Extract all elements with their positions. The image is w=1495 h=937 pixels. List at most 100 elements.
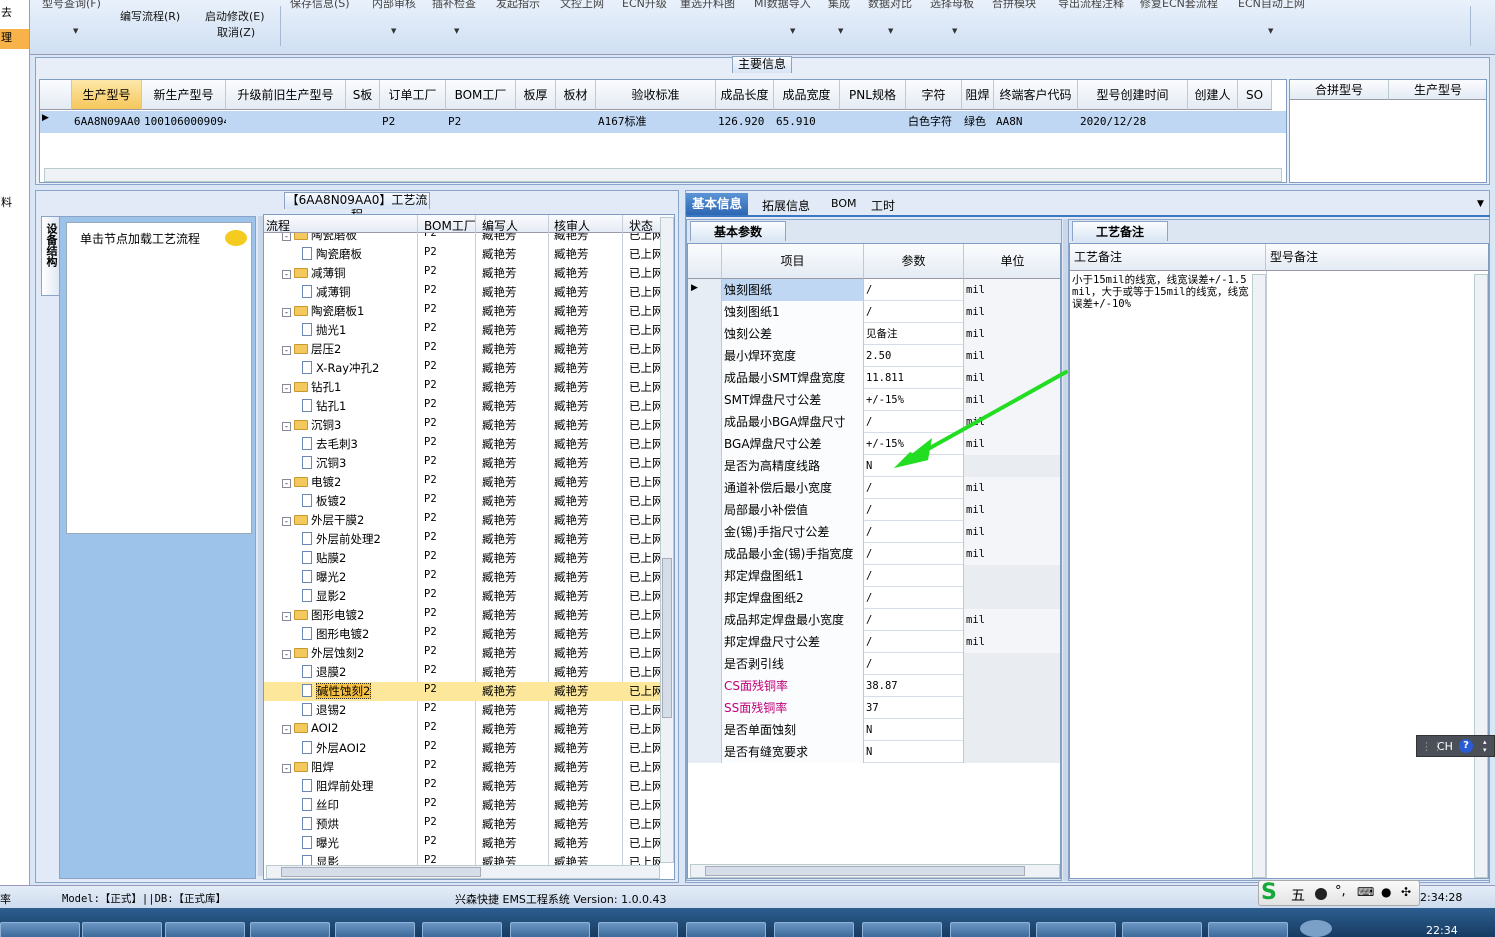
- col-main-6[interactable]: 板厚: [516, 80, 556, 110]
- row-header[interactable]: [688, 587, 722, 609]
- ribbon-top-label[interactable]: 内部审核: [372, 0, 416, 11]
- row-header[interactable]: [688, 455, 722, 477]
- param-row[interactable]: 通道补偿后最小宽度 / mil: [688, 477, 1060, 499]
- tab-bom[interactable]: BOM: [831, 197, 857, 210]
- param-row[interactable]: 是否有缝宽要求 N: [688, 741, 1060, 763]
- row-header[interactable]: [688, 741, 722, 763]
- tree-row[interactable]: 外层前处理2 P2 臧艳芳 臧艳芳 已上网: [264, 530, 660, 549]
- collapse-minus-icon[interactable]: -: [282, 308, 291, 317]
- tree-row[interactable]: 外层AOI2 P2 臧艳芳 臧艳芳 已上网: [264, 739, 660, 758]
- row-header[interactable]: [688, 411, 722, 433]
- left-nav-item[interactable]: 料: [0, 194, 29, 210]
- col-status[interactable]: 状态: [629, 217, 653, 234]
- col-main-17[interactable]: SO: [1238, 80, 1272, 110]
- param-row[interactable]: 邦定焊盘图纸1/: [688, 565, 1060, 587]
- dropdown-arrow-icon[interactable]: ▼: [73, 27, 78, 35]
- param-value[interactable]: 38.87: [864, 675, 964, 697]
- tree-row[interactable]: 碱性蚀刻2 P2 臧艳芳 臧艳芳 已上网: [264, 682, 660, 701]
- dropdown-arrow-icon[interactable]: ▼: [454, 27, 459, 35]
- ribbon-top-label[interactable]: 保存信息(S): [290, 0, 350, 11]
- table-cell[interactable]: 绿色: [964, 112, 994, 132]
- ribbon-top-label[interactable]: 修复ECN套流程: [1140, 0, 1218, 11]
- tree-row[interactable]: 减薄铜 P2 臧艳芳 臧艳芳 已上网: [264, 283, 660, 302]
- param-value[interactable]: /: [864, 543, 964, 565]
- tree-row[interactable]: 板镀2 P2 臧艳芳 臧艳芳 已上网: [264, 492, 660, 511]
- param-row[interactable]: 邦定焊盘尺寸公差 / mil: [688, 631, 1060, 653]
- row-header[interactable]: [688, 323, 722, 345]
- param-row[interactable]: 邦定焊盘图纸2/: [688, 587, 1060, 609]
- collapse-minus-icon[interactable]: -: [282, 346, 291, 355]
- tab-work-hours[interactable]: 工时: [871, 197, 895, 214]
- col-main-0[interactable]: 生产型号: [72, 80, 142, 110]
- param-row[interactable]: 是否单面蚀刻 N: [688, 719, 1060, 741]
- tree-row[interactable]: 丝印 P2 臧艳芳 臧艳芳 已上网: [264, 796, 660, 815]
- col-merge-model[interactable]: 合拼型号: [1290, 80, 1389, 100]
- tree-row[interactable]: 图形电镀2 P2 臧艳芳 臧艳芳 已上网: [264, 625, 660, 644]
- ribbon-top-label[interactable]: ECN升级: [622, 0, 667, 11]
- ribbon-top-label[interactable]: 发起指示: [496, 0, 540, 11]
- param-row[interactable]: 成品邦定焊盘最小宽度 / mil: [688, 609, 1060, 631]
- taskbar-item[interactable]: [950, 922, 1030, 937]
- tree-row[interactable]: 钻孔1 P2 臧艳芳 臧艳芳 已上网: [264, 397, 660, 416]
- row-header[interactable]: ▶: [688, 279, 722, 301]
- tree-row[interactable]: - 层压2 P2 臧艳芳 臧艳芳 已上网: [264, 340, 660, 359]
- collapse-minus-icon[interactable]: -: [282, 233, 291, 241]
- taskbar-item[interactable]: [1208, 922, 1288, 937]
- col-bom-factory[interactable]: BOM工厂: [424, 217, 476, 234]
- ribbon-top-label[interactable]: 文控上网: [560, 0, 604, 11]
- param-value[interactable]: /: [864, 521, 964, 543]
- tree-row[interactable]: 曝光2 P2 臧艳芳 臧艳芳 已上网: [264, 568, 660, 587]
- tree-row[interactable]: 显影2 P2 臧艳芳 臧艳芳 已上网: [264, 587, 660, 606]
- tree-row[interactable]: - 电镀2 P2 臧艳芳 臧艳芳 已上网: [264, 473, 660, 492]
- table-cell[interactable]: P2: [448, 112, 516, 132]
- col-main-15[interactable]: 型号创建时间: [1078, 80, 1188, 110]
- punctuation-icon[interactable]: °,: [1335, 884, 1346, 899]
- row-header[interactable]: [688, 345, 722, 367]
- col-unit[interactable]: 单位: [964, 244, 1060, 279]
- row-header[interactable]: [688, 477, 722, 499]
- tree-row[interactable]: 退膜2 P2 臧艳芳 臧艳芳 已上网: [264, 663, 660, 682]
- dropdown-arrow-icon[interactable]: ▼: [952, 27, 957, 35]
- ribbon-top-label[interactable]: 选择母板: [930, 0, 974, 11]
- col-flow[interactable]: 流程: [266, 217, 290, 234]
- row-header[interactable]: [688, 565, 722, 587]
- param-value[interactable]: /: [864, 653, 964, 675]
- tree-row[interactable]: - 图形电镀2 P2 臧艳芳 臧艳芳 已上网: [264, 606, 660, 625]
- col-model-note[interactable]: 型号备注: [1266, 244, 1488, 271]
- ime-mode-label[interactable]: 五: [1291, 885, 1305, 905]
- collapse-minus-icon[interactable]: -: [282, 725, 291, 734]
- row-header[interactable]: [688, 719, 722, 741]
- horizontal-scrollbar[interactable]: [266, 865, 660, 879]
- tree-row[interactable]: - 外层干膜2 P2 臧艳芳 臧艳芳 已上网: [264, 511, 660, 530]
- tree-row[interactable]: - 钻孔1 P2 臧艳芳 臧艳芳 已上网: [264, 378, 660, 397]
- collapse-minus-icon[interactable]: -: [282, 517, 291, 526]
- tab-extended-info[interactable]: 拓展信息: [762, 197, 810, 214]
- user-icon[interactable]: ●: [1381, 885, 1391, 899]
- ribbon-top-label[interactable]: 插补检查: [432, 0, 476, 11]
- col-main-9[interactable]: 成品长度: [716, 80, 774, 110]
- tree-row[interactable]: - 沉铜3 P2 臧艳芳 臧艳芳 已上网: [264, 416, 660, 435]
- taskbar-item[interactable]: [165, 922, 245, 937]
- col-main-3[interactable]: S板: [346, 80, 380, 110]
- param-value[interactable]: /: [864, 279, 964, 301]
- col-main-1[interactable]: 新生产型号: [142, 80, 226, 110]
- param-row[interactable]: 蚀刻图纸1/mil: [688, 301, 1060, 323]
- left-nav-item[interactable]: 去: [0, 4, 29, 20]
- tree-row[interactable]: 显影 P2 臧艳芳 臧艳芳 已上网: [264, 853, 660, 865]
- tree-row[interactable]: - 阻焊 P2 臧艳芳 臧艳芳 已上网: [264, 758, 660, 777]
- param-row[interactable]: SS面残铜率 37: [688, 697, 1060, 719]
- tree-row[interactable]: 阻焊前处理 P2 臧艳芳 臧艳芳 已上网: [264, 777, 660, 796]
- param-value[interactable]: /: [864, 631, 964, 653]
- collapse-minus-icon[interactable]: -: [282, 384, 291, 393]
- col-main-2[interactable]: 升级前旧生产型号: [226, 80, 346, 110]
- taskbar-item[interactable]: [598, 922, 678, 937]
- tab-menu-chevron-down-icon[interactable]: ▼: [1477, 199, 1484, 209]
- col-main-4[interactable]: 订单工厂: [380, 80, 446, 110]
- param-row[interactable]: 成品最小金(锡)手指宽度 / mil: [688, 543, 1060, 565]
- collapse-minus-icon[interactable]: -: [282, 479, 291, 488]
- col-item[interactable]: 项目: [722, 244, 864, 279]
- tree-row[interactable]: 沉铜3 P2 臧艳芳 臧艳芳 已上网: [264, 454, 660, 473]
- col-main-7[interactable]: 板材: [556, 80, 596, 110]
- param-value[interactable]: N: [864, 719, 964, 741]
- ribbon-top-label[interactable]: 型号查询(F): [42, 0, 101, 11]
